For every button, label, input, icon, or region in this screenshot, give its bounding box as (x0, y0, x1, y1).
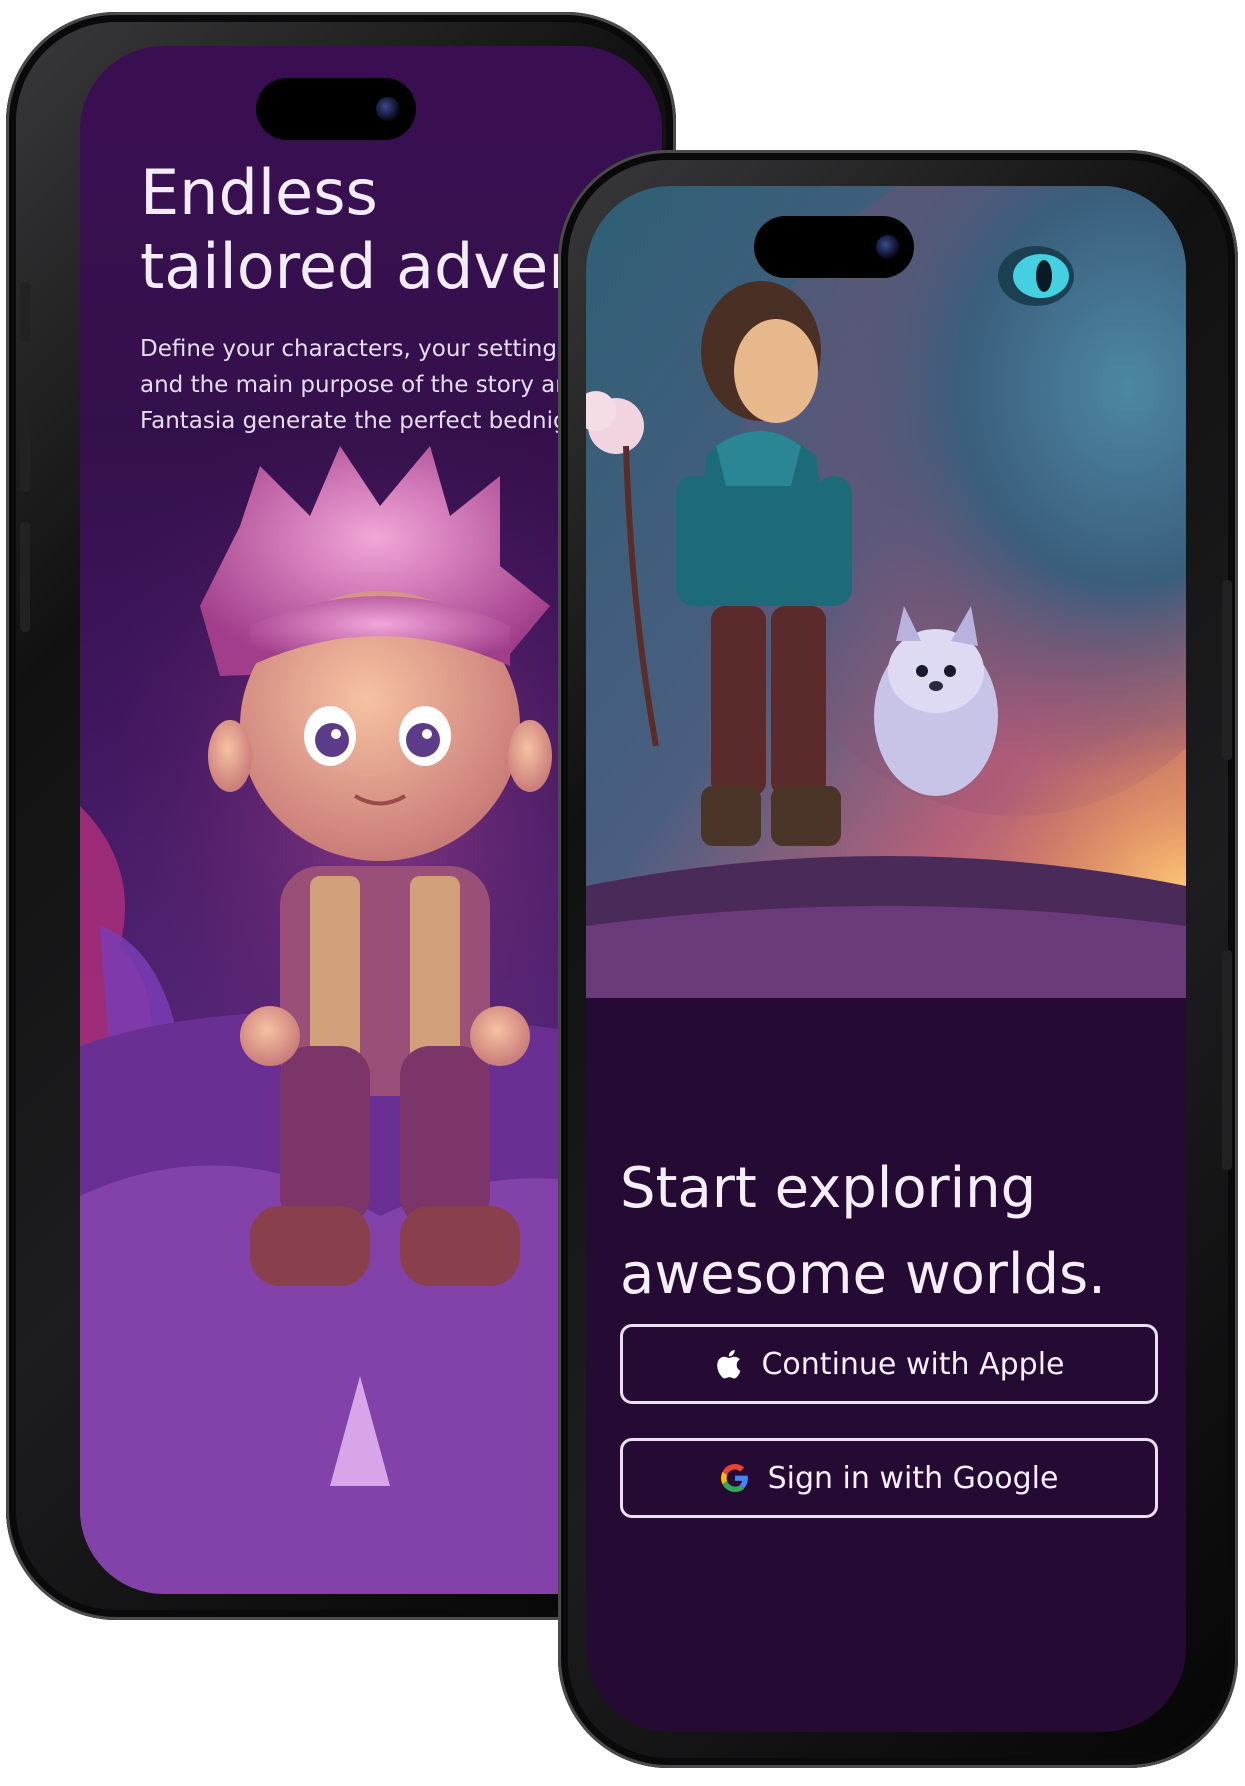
volume-down-button (20, 522, 30, 632)
sign-in-with-google-button[interactable]: Sign in with Google (620, 1438, 1158, 1518)
dynamic-island (256, 78, 416, 140)
boy-and-creature-illustration (586, 186, 1186, 998)
dynamic-island (754, 216, 914, 278)
signin-panel: Start exploring awesome worlds. Continue… (586, 998, 1186, 1732)
signin-title: Start exploring awesome worlds. (620, 1146, 1106, 1318)
signin-screen: Start exploring awesome worlds. Continue… (586, 186, 1186, 1732)
signin-phone: Start exploring awesome worlds. Continue… (558, 150, 1238, 1768)
google-icon (720, 1463, 750, 1493)
signin-title-line1: Start exploring (620, 1156, 1037, 1221)
apple-icon (713, 1349, 743, 1379)
mute-switch (20, 282, 30, 342)
side-button (1222, 950, 1232, 1170)
hero-illustration (586, 186, 1186, 998)
camera-icon (376, 97, 400, 121)
continue-with-apple-button[interactable]: Continue with Apple (620, 1324, 1158, 1404)
sign-in-with-google-label: Sign in with Google (767, 1460, 1059, 1496)
volume-up-button (20, 382, 30, 492)
continue-with-apple-label: Continue with Apple (761, 1346, 1065, 1382)
signin-title-line2: awesome worlds. (620, 1242, 1106, 1307)
power-button (1222, 580, 1232, 760)
camera-icon (876, 235, 900, 259)
